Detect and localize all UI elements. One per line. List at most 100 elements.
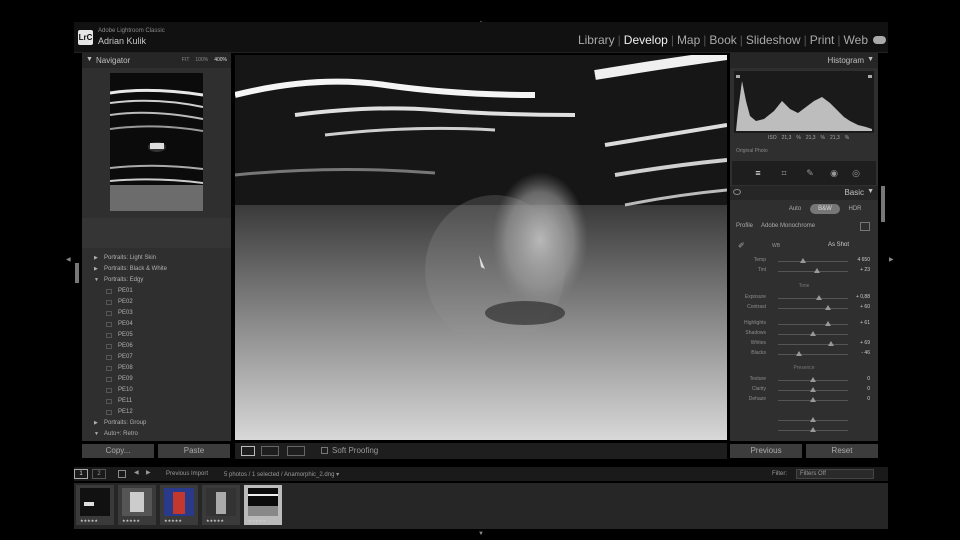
- slider-value[interactable]: + 61: [860, 320, 870, 326]
- preset-item[interactable]: PE04: [82, 319, 231, 330]
- slider-highlights[interactable]: Highlights + 61: [734, 319, 874, 329]
- navigator-preview[interactable]: [110, 73, 203, 211]
- forward-arrow-icon[interactable]: ▶: [146, 469, 151, 476]
- slider-track[interactable]: [778, 261, 848, 262]
- slider-thumb[interactable]: [810, 397, 816, 402]
- filmstrip-thumbnail[interactable]: ★★★★★: [76, 485, 114, 525]
- grid-view-icon[interactable]: [118, 470, 126, 478]
- slider-texture[interactable]: Texture 0: [734, 375, 874, 385]
- copy-button[interactable]: Copy...: [82, 444, 154, 458]
- folder-triangle-icon[interactable]: ▶: [94, 418, 98, 429]
- preset-item[interactable]: PE03: [82, 308, 231, 319]
- star-rating[interactable]: ★★★★★: [248, 518, 266, 523]
- mode-bw[interactable]: B&W: [810, 204, 840, 214]
- previous-button[interactable]: Previous: [730, 444, 802, 458]
- module-library[interactable]: Library: [576, 33, 617, 47]
- filmstrip-thumbnail[interactable]: ★★★★★: [202, 485, 240, 525]
- zoom-400[interactable]: 400%: [214, 57, 227, 63]
- loupe-view-icon[interactable]: [241, 446, 255, 456]
- preset-item[interactable]: PE07: [82, 352, 231, 363]
- folder-triangle-icon[interactable]: ▼: [94, 429, 99, 440]
- slider-thumb[interactable]: [810, 377, 816, 382]
- zoom-100[interactable]: 100%: [195, 57, 208, 63]
- wb-value[interactable]: As Shot: [828, 242, 849, 248]
- before-after-swap-icon[interactable]: [287, 446, 305, 456]
- preset-item[interactable]: PE11: [82, 396, 231, 407]
- slider-track[interactable]: [778, 344, 848, 345]
- slider-track[interactable]: [778, 354, 848, 355]
- healing-icon[interactable]: ✎: [804, 167, 816, 179]
- slider-thumb[interactable]: [799, 258, 806, 263]
- bottom-panel-toggle-icon[interactable]: ▼: [478, 531, 484, 537]
- mode-hdr[interactable]: HDR: [840, 204, 870, 214]
- profile-row[interactable]: Profile Adobe Monochrome: [736, 223, 815, 229]
- star-rating[interactable]: ★★★★★: [164, 518, 182, 523]
- slider-extra[interactable]: [734, 425, 874, 435]
- navigator-header[interactable]: ▼ Navigator FIT 100% 400%: [82, 53, 231, 68]
- filter-dropdown[interactable]: Filters Off: [796, 469, 874, 479]
- slider-thumb[interactable]: [810, 387, 816, 392]
- slider-value[interactable]: + 23: [860, 267, 870, 273]
- slider-dehaze[interactable]: Dehaze 0: [734, 395, 874, 405]
- slider-track[interactable]: [778, 298, 848, 299]
- masking-icon[interactable]: ◎: [850, 167, 862, 179]
- folder-triangle-icon[interactable]: ▶: [94, 253, 98, 264]
- preset-folder[interactable]: ▶ Portraits: Black & White: [82, 264, 231, 275]
- red-eye-icon[interactable]: ◉: [828, 167, 840, 179]
- paste-button[interactable]: Paste: [158, 444, 230, 458]
- preset-folder[interactable]: ▼ Portraits: Edgy: [82, 275, 231, 286]
- profile-browser-icon[interactable]: [860, 222, 870, 231]
- slider-thumb[interactable]: [825, 321, 832, 326]
- main-window-button[interactable]: 1: [74, 469, 88, 479]
- module-map[interactable]: Map: [675, 33, 702, 47]
- slider-thumb[interactable]: [810, 417, 816, 422]
- filmstrip-thumbnail[interactable]: ★★★★★: [244, 485, 282, 525]
- eye-icon[interactable]: [733, 189, 741, 195]
- original-photo-checkbox[interactable]: Original Photo: [736, 148, 768, 154]
- before-after-view-icon[interactable]: [261, 446, 279, 456]
- histogram-header[interactable]: Histogram ▼: [730, 53, 878, 68]
- right-panel-scrollbar[interactable]: [881, 186, 885, 222]
- main-photo-view[interactable]: [235, 55, 727, 440]
- folder-triangle-icon[interactable]: ▶: [94, 264, 98, 275]
- slider-whites[interactable]: Whites + 69: [734, 339, 874, 349]
- soft-proofing-checkbox[interactable]: [321, 447, 328, 454]
- slider-tint[interactable]: Tint + 23: [734, 266, 874, 276]
- star-rating[interactable]: ★★★★★: [206, 518, 224, 523]
- slider-thumb[interactable]: [810, 427, 816, 432]
- filmstrip-count[interactable]: 5 photos / 1 selected / Anamorphic_2.dng…: [224, 471, 339, 478]
- slider-clarity[interactable]: Clarity 0: [734, 385, 874, 395]
- module-web[interactable]: Web: [842, 33, 870, 47]
- slider-value[interactable]: 0: [867, 396, 870, 402]
- slider-exposure[interactable]: Exposure + 0,88: [734, 293, 874, 303]
- filmstrip-thumbnail[interactable]: ★★★★★: [160, 485, 198, 525]
- preset-folder[interactable]: ▶ Portraits: Group: [82, 418, 231, 429]
- left-panel-scrollbar[interactable]: [75, 263, 79, 283]
- edit-sliders-icon[interactable]: ≡: [752, 167, 764, 179]
- module-book[interactable]: Book: [707, 33, 738, 47]
- left-panel-toggle-icon[interactable]: ◀: [66, 256, 71, 263]
- preset-item[interactable]: PE05: [82, 330, 231, 341]
- folder-triangle-icon[interactable]: ▼: [94, 275, 99, 286]
- slider-value[interactable]: + 60: [860, 304, 870, 310]
- slider-track[interactable]: [778, 324, 848, 325]
- slider-value[interactable]: - 46: [861, 350, 870, 356]
- star-rating[interactable]: ★★★★★: [122, 518, 140, 523]
- slider-extra[interactable]: [734, 415, 874, 425]
- collapse-triangle-icon[interactable]: ▼: [86, 56, 93, 63]
- module-print[interactable]: Print: [808, 33, 837, 47]
- star-rating[interactable]: ★★★★★: [80, 518, 98, 523]
- slider-value[interactable]: + 0,88: [856, 294, 870, 300]
- histogram-graph[interactable]: [734, 71, 874, 133]
- preset-folder[interactable]: ▶ Portraits: Light Skin: [82, 253, 231, 264]
- slider-contrast[interactable]: Contrast + 60: [734, 303, 874, 313]
- right-panel-toggle-icon[interactable]: ▶: [889, 256, 894, 263]
- slider-thumb[interactable]: [810, 331, 816, 336]
- preset-item[interactable]: PE06: [82, 341, 231, 352]
- mode-auto[interactable]: Auto: [780, 204, 810, 214]
- preset-item[interactable]: PE08: [82, 363, 231, 374]
- preset-item[interactable]: PE10: [82, 385, 231, 396]
- module-slideshow[interactable]: Slideshow: [744, 33, 803, 47]
- slider-value[interactable]: + 69: [860, 340, 870, 346]
- slider-temp[interactable]: Temp 4 650: [734, 256, 874, 266]
